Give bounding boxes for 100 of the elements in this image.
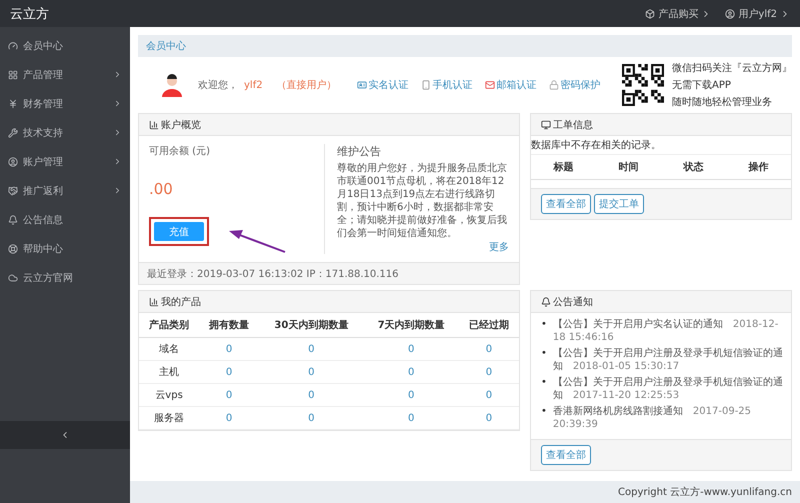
lock-icon <box>548 80 559 90</box>
breadcrumb: 会员中心 <box>138 35 792 57</box>
wrench-icon <box>8 128 18 138</box>
count-link[interactable]: 0 <box>226 366 232 378</box>
count-link[interactable]: 0 <box>486 412 492 424</box>
column-header: 标题 <box>531 155 596 180</box>
qr-code-icon <box>622 64 664 106</box>
verification-link[interactable]: 密码保护 <box>548 78 601 92</box>
column-header: 操作 <box>726 155 791 180</box>
ticket-button[interactable]: 提交工单 <box>594 194 644 214</box>
count-link[interactable]: 0 <box>408 390 414 400</box>
table-cell: 主机 <box>139 360 200 384</box>
count-link[interactable]: 0 <box>486 344 492 354</box>
qr-caption: 微信扫码关注『云立方网』 <box>672 62 792 75</box>
count-link[interactable]: 0 <box>308 412 315 424</box>
column-header: 状态 <box>661 155 726 180</box>
column-header: 产品类别 <box>139 313 200 338</box>
recharge-button[interactable]: 充值 <box>154 222 204 241</box>
cube-icon <box>645 8 656 18</box>
count-link[interactable]: 0 <box>408 366 414 378</box>
notice-title: 维护公告 <box>337 144 382 159</box>
annotation-arrow <box>227 228 287 254</box>
view-all-button[interactable]: 查看全部 <box>541 445 591 465</box>
bell-icon <box>8 214 18 224</box>
verification-link[interactable]: 实名认证 <box>356 78 409 92</box>
count-link[interactable]: 0 <box>308 390 315 400</box>
balance-label: 可用余额 (元) <box>149 144 211 158</box>
top-nav-link[interactable]: 用户ylf2 <box>725 6 790 20</box>
cloud-icon <box>8 272 18 282</box>
avatar-icon <box>160 73 184 97</box>
top-nav-link[interactable]: 产品购买 <box>645 6 712 20</box>
column-header: 拥有数量 <box>199 313 260 338</box>
sidebar-item[interactable]: 账户管理 <box>0 147 130 176</box>
column-header: 已经过期 <box>458 313 519 338</box>
column-header: 30天内到期数量 <box>259 313 364 338</box>
verification-link[interactable]: 邮箱认证 <box>484 78 537 92</box>
table-cell: 云vps <box>139 384 200 406</box>
sidebar-item[interactable]: 产品管理 <box>0 60 130 89</box>
empty-message: 数据库中不存在相关的记录。 <box>531 136 791 155</box>
panel-title: 我的产品 <box>139 291 519 313</box>
bullet: • <box>541 405 547 419</box>
announcement-link[interactable]: 【公告】关于开启用户实名认证的通知 2018-12-18 15:46:16 <box>552 318 783 344</box>
chevron-right-icon <box>113 70 122 79</box>
phone-icon <box>420 80 431 90</box>
count-link[interactable]: 0 <box>308 366 315 378</box>
monitor-icon <box>541 120 551 130</box>
count-link[interactable]: 0 <box>408 412 414 424</box>
notice-text: 尊敬的用户您好，为提升服务品质北京市联通001节点母机，将在2018年12月18日13点到19点左右进行线路切割，预计中断6小时，数据都非常安全；请知晓并提前做好准备，恢复后我们会第一时间短信通知您。 <box>337 162 508 240</box>
table-cell: 服务器 <box>139 406 200 430</box>
bullet: • <box>541 318 547 332</box>
announcement-link[interactable]: 【公告】关于开启用户注册及登录手机短信验证的通知 2018-01-05 15:30:17 <box>552 347 783 373</box>
sidebar-item[interactable]: 云立方官网 <box>0 263 130 292</box>
chevron-right-icon <box>113 128 122 137</box>
count-link[interactable]: 0 <box>226 344 232 354</box>
bar-chart-icon <box>149 296 159 306</box>
user-icon <box>8 156 18 166</box>
panel-title: 工单信息 <box>531 114 791 136</box>
count-link[interactable]: 0 <box>226 412 232 424</box>
collapse-sidebar-button[interactable] <box>0 421 130 449</box>
yen-icon <box>8 98 18 108</box>
sidebar-item[interactable]: 推广返利 <box>0 176 130 205</box>
ticket-button[interactable]: 查看全部 <box>541 194 591 214</box>
count-link[interactable]: 0 <box>226 390 232 400</box>
balance-amount: .00 <box>149 180 174 198</box>
table-cell: 域名 <box>139 338 200 360</box>
chevron-right-icon <box>113 186 122 195</box>
sidebar-item[interactable]: 技术支持 <box>0 118 130 147</box>
app-logo: 云立方 <box>10 6 49 22</box>
announcement-link[interactable]: 香港新网络机房线路割接通知 2017-09-25 20:39:39 <box>552 405 783 431</box>
column-header: 时间 <box>596 155 661 180</box>
more-link[interactable]: 更多 <box>489 240 509 254</box>
qr-caption: 无需下载APP <box>672 78 732 92</box>
count-link[interactable]: 0 <box>486 390 492 400</box>
username: ylf2 <box>244 80 263 90</box>
panel-title: 公告通知 <box>531 291 791 313</box>
count-link[interactable]: 0 <box>408 344 414 354</box>
last-login-text: 最近登录：2019-03-07 16:13:02 IP：171.88.10.116 <box>139 262 519 284</box>
panel-title: 账户概览 <box>139 114 519 136</box>
bullet: • <box>541 376 547 390</box>
count-link[interactable]: 0 <box>486 366 492 378</box>
chevron-right-icon <box>113 157 122 166</box>
bullet: • <box>541 347 547 361</box>
bar-chart-icon <box>149 120 159 130</box>
gauge-icon <box>8 40 18 50</box>
sidebar-item[interactable]: 会员中心 <box>0 31 130 60</box>
announcement-link[interactable]: 【公告】关于开启用户注册及登录手机短信验证的通知 2017-11-20 12:25:53 <box>552 376 783 402</box>
verification-link[interactable]: 手机认证 <box>420 78 473 92</box>
sidebar-item[interactable]: 公告信息 <box>0 205 130 234</box>
count-link[interactable]: 0 <box>308 344 315 354</box>
column-header: 7天内到期数量 <box>364 313 459 338</box>
user-type: （直接用户） <box>276 78 337 92</box>
greeting-text: 欢迎您， <box>198 78 238 92</box>
lifebuoy-icon <box>8 244 18 254</box>
id-card-icon <box>356 80 367 90</box>
sidebar-item[interactable]: 财务管理 <box>0 89 130 118</box>
mail-icon <box>484 80 495 90</box>
qr-caption: 随时随地轻松管理业务 <box>672 96 773 109</box>
copyright-text: Copyright 云立方-www.yunlifang.cn <box>130 481 800 503</box>
handshake-icon <box>8 186 18 196</box>
sidebar-item[interactable]: 帮助中心 <box>0 234 130 263</box>
